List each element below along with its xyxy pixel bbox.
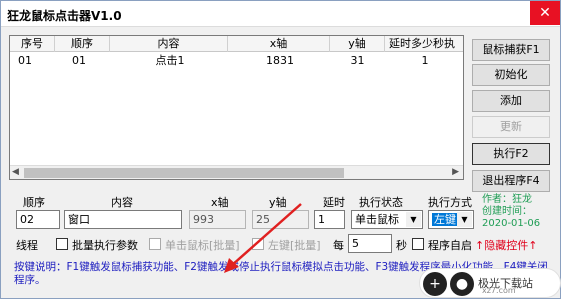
cell-delay: 1 bbox=[421, 54, 429, 67]
exec-state-value: 单击鼠标 bbox=[355, 213, 399, 226]
delay-label: 延时 bbox=[323, 196, 345, 209]
x-input[interactable]: 993 bbox=[189, 210, 246, 229]
close-button[interactable]: ✕ bbox=[530, 1, 560, 25]
cell-index: 01 bbox=[18, 54, 32, 67]
chevron-down-icon[interactable]: ▼ bbox=[457, 212, 472, 227]
col-header-x[interactable]: x轴 bbox=[228, 36, 330, 52]
execute-button[interactable]: 执行F2 bbox=[472, 143, 550, 165]
content-input[interactable]: 窗口 bbox=[64, 210, 182, 229]
title-bar: 狂龙鼠标点击器V1.0 ✕ bbox=[1, 1, 560, 27]
logo-icon[interactable]: ● bbox=[450, 272, 474, 296]
cell-content: 点击1 bbox=[155, 54, 185, 67]
author-info: 作者：狂龙 创建时间： 2020-01-06 bbox=[482, 194, 540, 230]
window-title: 狂龙鼠标点击器V1.0 bbox=[7, 9, 122, 23]
update-button[interactable]: 更新 bbox=[472, 116, 550, 138]
exec-mode-select[interactable]: 左键 ▼ bbox=[428, 210, 474, 229]
exec-mode-label: 执行方式 bbox=[428, 196, 472, 209]
author-name: 作者：狂龙 bbox=[482, 194, 532, 205]
col-header-y[interactable]: y轴 bbox=[330, 36, 385, 52]
created-date: 2020-01-06 bbox=[482, 218, 541, 229]
batch-params-label: 批量执行参数 bbox=[72, 239, 138, 252]
thread-label: 线程 bbox=[16, 239, 38, 252]
created-label: 创建时间： bbox=[482, 206, 532, 217]
col-header-content[interactable]: 内容 bbox=[110, 36, 228, 52]
scroll-left-icon[interactable]: ◀ bbox=[12, 167, 19, 177]
seconds-label: 秒 bbox=[396, 239, 407, 252]
delay-input[interactable]: 1 bbox=[314, 210, 345, 229]
col-header-order[interactable]: 顺序 bbox=[55, 36, 110, 52]
add-button[interactable]: 添加 bbox=[472, 90, 550, 112]
cell-x: 1831 bbox=[266, 54, 294, 67]
table-header: 序号 顺序 内容 x轴 y轴 延时多少秒执 bbox=[10, 36, 463, 52]
capture-button[interactable]: 鼠标捕获F1 bbox=[472, 39, 550, 61]
floating-toolbar[interactable]: + ● 极光下载站 xz7.com bbox=[419, 268, 561, 298]
col-header-delay[interactable]: 延时多少秒执 bbox=[385, 36, 463, 52]
horizontal-scrollbar[interactable]: ◀ ▶ bbox=[10, 165, 463, 179]
left-batch-checkbox[interactable] bbox=[252, 238, 264, 250]
cell-y: 31 bbox=[350, 54, 365, 67]
left-batch-label: 左键[批量] bbox=[268, 239, 321, 252]
action-table[interactable]: 序号 顺序 内容 x轴 y轴 延时多少秒执 01 01 点击1 1831 31 … bbox=[9, 35, 464, 180]
main-window: 狂龙鼠标点击器V1.0 ✕ 序号 顺序 内容 x轴 y轴 延时多少秒执 01 0… bbox=[0, 0, 561, 299]
every-label: 每 bbox=[333, 239, 344, 252]
autostart-label: 程序自启 bbox=[428, 239, 472, 252]
hide-control-link[interactable]: ↑隐藏控件↑ bbox=[475, 237, 537, 253]
order-input[interactable]: 02 bbox=[16, 210, 60, 229]
single-batch-checkbox[interactable] bbox=[149, 238, 161, 250]
scroll-thumb[interactable] bbox=[24, 168, 344, 178]
y-input[interactable]: 25 bbox=[252, 210, 309, 229]
scroll-right-icon[interactable]: ▶ bbox=[452, 167, 459, 177]
exec-state-label: 执行状态 bbox=[359, 196, 403, 209]
content-label: 内容 bbox=[111, 196, 133, 209]
exec-state-select[interactable]: 单击鼠标 ▼ bbox=[351, 210, 423, 229]
table-row[interactable]: 01 01 点击1 1831 31 1 bbox=[10, 54, 463, 68]
col-header-index[interactable]: 序号 bbox=[10, 36, 55, 52]
autostart-checkbox[interactable] bbox=[412, 238, 424, 250]
exit-button[interactable]: 退出程序F4 bbox=[472, 170, 550, 192]
single-batch-label: 单击鼠标[批量] bbox=[165, 239, 240, 252]
exec-mode-value: 左键 bbox=[432, 213, 458, 226]
cell-order: 01 bbox=[72, 54, 86, 67]
plus-icon[interactable]: + bbox=[423, 272, 447, 296]
interval-input[interactable]: 5 bbox=[348, 234, 392, 253]
floatbar-sub: xz7.com bbox=[482, 286, 516, 295]
init-button[interactable]: 初始化 bbox=[472, 64, 550, 86]
x-label: x轴 bbox=[211, 196, 229, 209]
y-label: y轴 bbox=[269, 196, 287, 209]
chevron-down-icon[interactable]: ▼ bbox=[406, 212, 421, 227]
batch-params-checkbox[interactable] bbox=[56, 238, 68, 250]
order-label: 顺序 bbox=[23, 196, 45, 209]
